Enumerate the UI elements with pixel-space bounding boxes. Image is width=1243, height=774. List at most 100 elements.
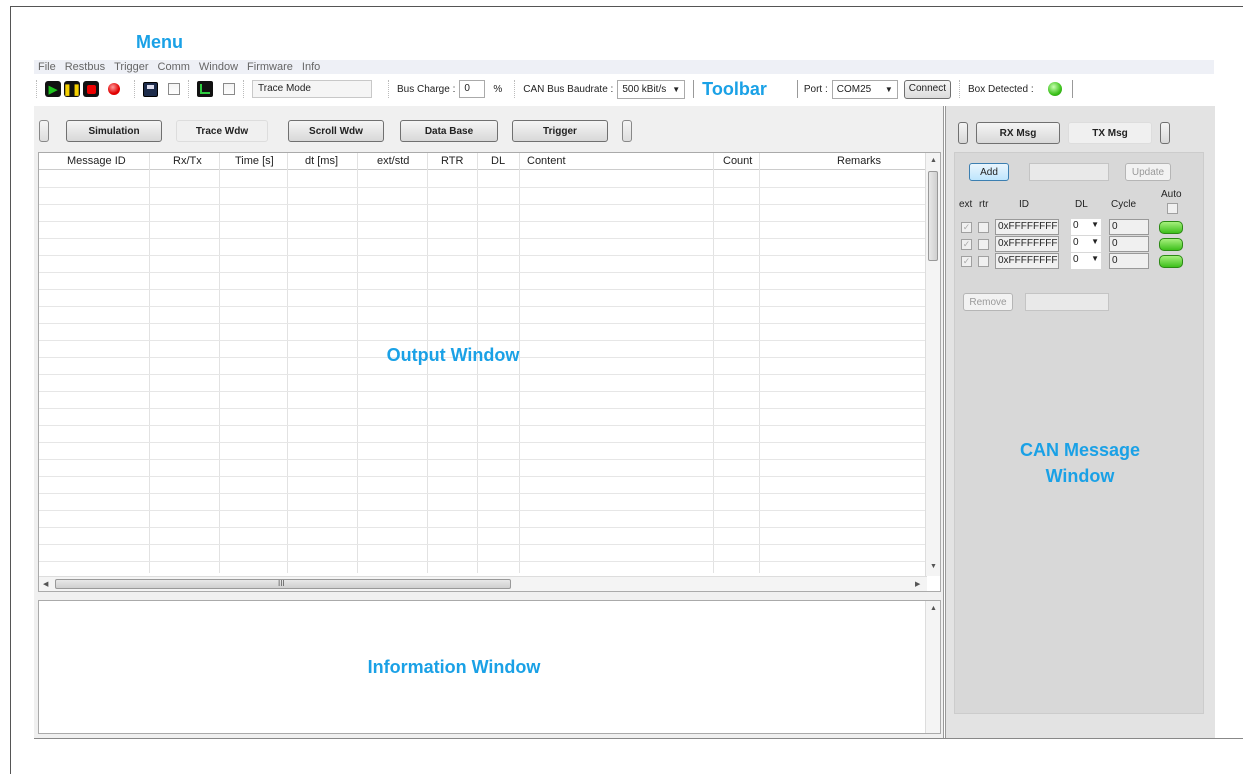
column-dt[interactable]: dt [ms] <box>305 155 338 167</box>
record-icon[interactable] <box>108 83 120 95</box>
table-row[interactable] <box>39 510 925 511</box>
table-row[interactable] <box>39 272 925 273</box>
id-input[interactable]: 0xFFFFFFFF <box>995 236 1059 252</box>
save-checkbox[interactable] <box>168 83 180 95</box>
table-row[interactable] <box>39 306 925 307</box>
rtr-checkbox[interactable] <box>978 222 989 233</box>
ext-label: ext <box>959 199 973 210</box>
table-row[interactable] <box>39 391 925 392</box>
toolbar-separator <box>959 80 960 98</box>
menu-window[interactable]: Window <box>195 61 243 73</box>
column-message-id[interactable]: Message ID <box>67 155 126 167</box>
menu-restbus[interactable]: Restbus <box>61 61 110 73</box>
scroll-right-icon[interactable]: ▶ <box>915 580 920 588</box>
stop-icon[interactable] <box>83 81 99 97</box>
tabs-scroll-left-button[interactable] <box>39 120 49 142</box>
rtr-checkbox[interactable] <box>978 256 989 267</box>
dl-select[interactable]: 0 ▼ <box>1071 253 1101 269</box>
scroll-left-icon[interactable]: ◀ <box>43 580 48 588</box>
column-time[interactable]: Time [s] <box>235 155 274 167</box>
save-icon[interactable] <box>143 81 158 97</box>
menu-trigger[interactable]: Trigger <box>110 61 153 73</box>
table-row[interactable] <box>39 442 925 443</box>
scroll-grip: III <box>278 579 285 588</box>
auto-checkbox[interactable] <box>1167 203 1178 214</box>
ext-checkbox[interactable]: ✓ <box>961 222 972 233</box>
table-row[interactable] <box>39 187 925 188</box>
tab-trigger[interactable]: Trigger <box>512 120 608 142</box>
trigger-checkbox[interactable] <box>223 83 235 95</box>
send-message-button[interactable] <box>1159 238 1183 251</box>
menu-comm[interactable]: Comm <box>154 61 195 73</box>
table-row[interactable] <box>39 476 925 477</box>
table-row[interactable] <box>39 289 925 290</box>
table-row[interactable] <box>39 221 925 222</box>
rtr-checkbox[interactable] <box>978 239 989 250</box>
send-message-button[interactable] <box>1159 255 1183 268</box>
table-row[interactable] <box>39 527 925 528</box>
vertical-scroll-thumb[interactable] <box>928 171 938 261</box>
send-message-button[interactable] <box>1159 221 1183 234</box>
table-row[interactable] <box>39 425 925 426</box>
table-row[interactable] <box>39 561 925 562</box>
bus-charge-label: Bus Charge : <box>397 83 456 95</box>
tab-tx-msg[interactable]: TX Msg <box>1068 122 1152 144</box>
output-horizontal-scrollbar[interactable]: ◀ III ▶ <box>39 576 927 591</box>
column-ext-std[interactable]: ext/std <box>377 155 409 167</box>
rx-tabs-left-button[interactable] <box>958 122 968 144</box>
table-row[interactable] <box>39 544 925 545</box>
tab-trace-wdw[interactable]: Trace Wdw <box>176 120 268 142</box>
table-row[interactable] <box>39 238 925 239</box>
add-button[interactable]: Add <box>969 163 1009 181</box>
output-window[interactable]: Message ID Rx/Tx Time [s] dt [ms] ext/st… <box>38 152 941 592</box>
ext-checkbox[interactable]: ✓ <box>961 239 972 250</box>
horizontal-scroll-thumb[interactable]: III <box>55 579 511 589</box>
tab-data-base[interactable]: Data Base <box>400 120 498 142</box>
pause-icon[interactable]: ❚❚ <box>63 81 81 97</box>
dl-select[interactable]: 0 ▼ <box>1071 236 1101 252</box>
update-button[interactable]: Update <box>1125 163 1171 181</box>
column-dl[interactable]: DL <box>491 155 505 167</box>
cycle-input[interactable]: 0 <box>1109 236 1149 252</box>
column-content[interactable]: Content <box>527 155 566 167</box>
column-rx-tx[interactable]: Rx/Tx <box>173 155 202 167</box>
play-icon[interactable]: ▶ <box>45 81 61 97</box>
column-count[interactable]: Count <box>723 155 752 167</box>
scroll-down-icon[interactable]: ▼ <box>930 563 937 570</box>
table-row[interactable] <box>39 408 925 409</box>
remove-button[interactable]: Remove <box>963 293 1013 311</box>
column-rtr[interactable]: RTR <box>441 155 463 167</box>
tab-simulation[interactable]: Simulation <box>66 120 162 142</box>
tabs-scroll-right-button[interactable] <box>622 120 632 142</box>
table-row[interactable] <box>39 204 925 205</box>
information-window[interactable]: Information Window ▲ <box>38 600 941 734</box>
table-row[interactable] <box>39 493 925 494</box>
scroll-up-icon[interactable]: ▲ <box>930 157 937 164</box>
trigger-icon[interactable] <box>197 81 213 97</box>
table-row[interactable] <box>39 255 925 256</box>
table-row[interactable] <box>39 323 925 324</box>
rx-tabs-right-button[interactable] <box>1160 122 1170 144</box>
column-remarks[interactable]: Remarks <box>837 155 881 167</box>
cycle-input[interactable]: 0 <box>1109 253 1149 269</box>
tab-rx-msg[interactable]: RX Msg <box>976 122 1060 144</box>
id-input[interactable]: 0xFFFFFFFF <box>995 253 1059 269</box>
id-input[interactable]: 0xFFFFFFFF <box>995 219 1059 235</box>
scroll-up-icon[interactable]: ▲ <box>930 605 937 612</box>
menu-firmware[interactable]: Firmware <box>243 61 298 73</box>
bus-charge-input[interactable]: 0 <box>459 80 486 98</box>
cycle-input[interactable]: 0 <box>1109 219 1149 235</box>
menu-info[interactable]: Info <box>298 61 325 73</box>
dl-select[interactable]: 0 ▼ <box>1071 219 1101 235</box>
baudrate-select[interactable]: 500 kBit/s ▼ <box>617 79 686 99</box>
port-select[interactable]: COM25 ▼ <box>831 79 898 99</box>
information-vertical-scrollbar[interactable]: ▲ <box>925 601 940 733</box>
output-vertical-scrollbar[interactable]: ▲ ▼ <box>925 153 940 576</box>
tab-scroll-wdw[interactable]: Scroll Wdw <box>288 120 384 142</box>
table-row[interactable] <box>39 459 925 460</box>
table-row[interactable] <box>39 340 925 341</box>
connect-button[interactable]: Connect <box>903 79 951 99</box>
menu-file[interactable]: File <box>34 61 61 73</box>
table-row[interactable] <box>39 374 925 375</box>
ext-checkbox[interactable]: ✓ <box>961 256 972 267</box>
